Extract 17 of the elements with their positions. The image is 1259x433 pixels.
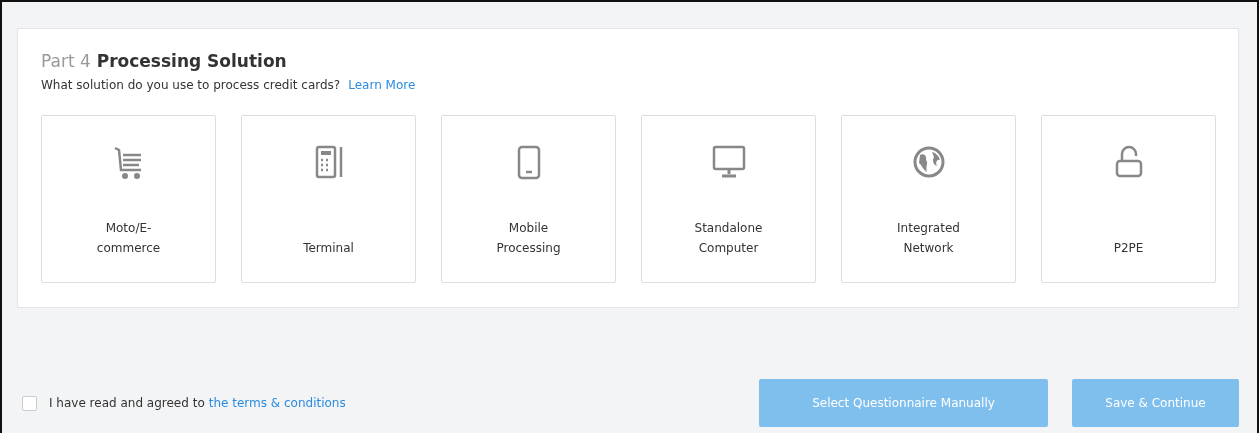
globe-icon bbox=[913, 146, 944, 178]
option-tile[interactable]: Integrated Network bbox=[841, 115, 1016, 283]
option-tile[interactable]: Standalone Computer bbox=[641, 115, 816, 283]
calculator-icon bbox=[315, 145, 342, 179]
phone-icon bbox=[517, 145, 540, 180]
question-text: What solution do you use to process credit cards? bbox=[41, 78, 341, 92]
agreement-text: I have read and agreed to bbox=[49, 396, 205, 410]
option-tile[interactable]: Terminal bbox=[241, 115, 416, 283]
learn-more-link[interactable]: Learn More bbox=[348, 78, 416, 92]
lock-icon bbox=[1115, 145, 1142, 178]
monitor-icon bbox=[712, 145, 745, 178]
checkbox[interactable] bbox=[22, 395, 37, 411]
section-title: Part 4 Processing Solution bbox=[41, 51, 288, 71]
option-tile[interactable]: P2PE bbox=[1041, 115, 1216, 283]
cart-icon bbox=[113, 146, 142, 180]
option-tile[interactable]: Mobile Processing bbox=[441, 115, 616, 283]
option-tile[interactable]: Moto/E-commerce bbox=[41, 115, 216, 283]
